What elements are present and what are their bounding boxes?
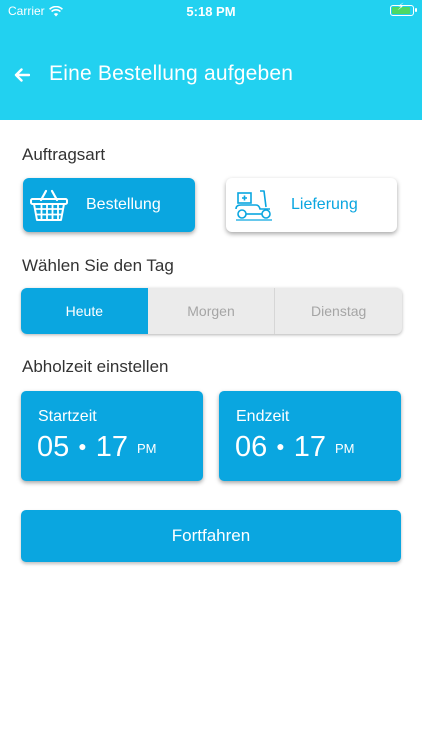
end-time-ampm: PM <box>335 441 355 456</box>
day-segmented-control: Heute Morgen Dienstag <box>21 288 402 334</box>
page-title: Eine Bestellung aufgeben <box>49 62 294 85</box>
order-type-delivery-button[interactable]: Lieferung <box>226 178 397 232</box>
start-time-ampm: PM <box>137 441 157 456</box>
start-time-picker[interactable]: Startzeit 05 ● 17 PM <box>21 391 203 481</box>
order-type-heading: Auftragsart <box>22 145 106 164</box>
start-time-caption: Startzeit <box>38 408 97 425</box>
shopping-basket-icon <box>30 189 68 221</box>
order-type-pickup-label: Bestellung <box>86 196 161 213</box>
start-time-value: 05 ● 17 PM <box>37 431 157 464</box>
day-heading: Wählen Sie den Tag <box>22 256 174 275</box>
status-bar: Carrier 5:18 PM ⚡ <box>0 0 422 22</box>
arrow-left-icon <box>14 68 30 82</box>
time-separator-dot: ● <box>78 438 87 454</box>
end-time-hour: 06 <box>235 431 268 463</box>
day-option-tuesday[interactable]: Dienstag <box>275 288 402 334</box>
charging-bolt-icon: ⚡ <box>397 2 405 13</box>
day-option-today[interactable]: Heute <box>21 288 148 334</box>
delivery-scooter-icon <box>235 190 272 221</box>
back-button[interactable] <box>10 62 34 88</box>
end-time-caption: Endzeit <box>236 408 290 425</box>
pickup-time-heading: Abholzeit einstellen <box>22 357 169 376</box>
battery-icon: ⚡ <box>390 2 417 16</box>
continue-button[interactable]: Fortfahren <box>21 510 401 562</box>
end-time-value: 06 ● 17 PM <box>235 431 355 464</box>
app-header: Carrier 5:18 PM ⚡ Eine Bestellung aufgeb… <box>0 0 422 120</box>
order-type-delivery-label: Lieferung <box>291 196 358 213</box>
end-time-picker[interactable]: Endzeit 06 ● 17 PM <box>219 391 401 481</box>
time-separator-dot: ● <box>276 438 285 454</box>
day-option-tomorrow[interactable]: Morgen <box>148 288 276 334</box>
end-time-minute: 17 <box>293 431 326 463</box>
status-time: 5:18 PM <box>186 4 236 19</box>
order-type-pickup-button[interactable]: Bestellung <box>23 178 195 232</box>
start-time-hour: 05 <box>37 431 70 463</box>
start-time-minute: 17 <box>95 431 128 463</box>
